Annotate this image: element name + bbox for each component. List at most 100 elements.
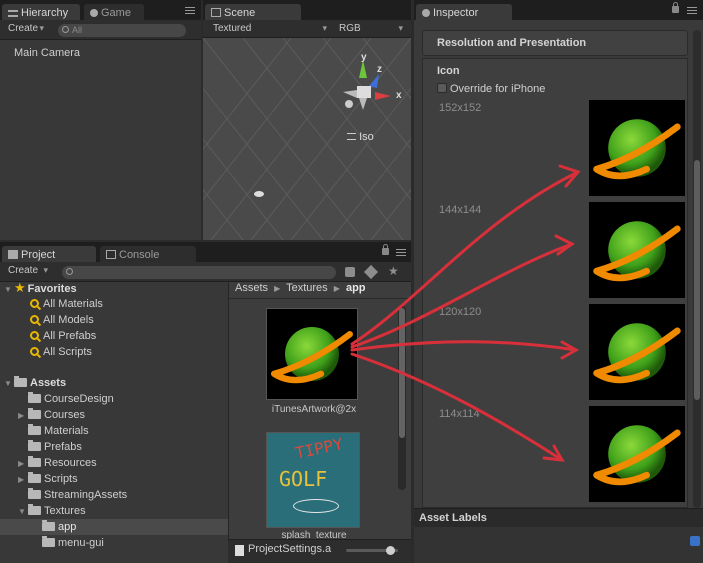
icon-size-label: 144x144: [439, 204, 482, 216]
hierarchy-search-placeholder: All: [72, 25, 83, 35]
project-status-bar: ProjectSettings.a: [228, 539, 411, 563]
folder-item[interactable]: ▶ Resources: [18, 455, 97, 471]
icon-slot-114[interactable]: [589, 406, 685, 502]
breadcrumb: Assets ▶ Textures ▶ app: [235, 280, 366, 296]
expand-arrow-icon[interactable]: ▼: [4, 282, 14, 298]
scene-toolbar: Textured RGB: [203, 20, 411, 38]
folder-item-app[interactable]: app: [42, 519, 76, 535]
folder-item[interactable]: StreamingAssets: [18, 487, 127, 503]
folder-item-menu-gui[interactable]: menu-gui: [42, 535, 104, 551]
assets-header[interactable]: ▼ Assets: [4, 375, 66, 391]
search-icon: [62, 26, 69, 33]
icon-size-label: 152x152: [439, 102, 482, 114]
tab-scene-label: Scene: [224, 7, 256, 19]
asset-thumbnail-itunes[interactable]: [266, 308, 360, 400]
gizmo-label-x: x: [396, 90, 402, 101]
asset-labels-header[interactable]: Asset Labels: [414, 509, 703, 527]
scene-color-dropdown[interactable]: RGB: [335, 23, 405, 37]
tab-inspector[interactable]: Inspector: [416, 4, 512, 21]
list-icon: [8, 10, 18, 17]
inspector-tabbar: Inspector: [414, 0, 703, 21]
hierarchy-item-main-camera[interactable]: Main Camera: [14, 45, 80, 61]
folder-item[interactable]: CourseDesign: [18, 391, 114, 407]
favorite-item[interactable]: All Models: [30, 312, 94, 328]
expand-arrow-icon[interactable]: ▶: [18, 472, 28, 488]
project-tree: ▼ ★ Favorites All Materials All Models All…: [0, 280, 228, 563]
folder-icon: [42, 536, 55, 547]
folder-label: StreamingAssets: [44, 489, 128, 501]
hierarchy-create-dropdown[interactable]: Create: [4, 23, 46, 37]
planet-svg: [593, 323, 681, 384]
folder-item[interactable]: ▼ Textures: [18, 503, 86, 519]
favorite-item[interactable]: All Prefabs: [30, 328, 96, 344]
hierarchy-panel: Hierarchy Game Create All Main Camera: [0, 0, 201, 240]
folder-label: menu-gui: [58, 537, 104, 549]
favorite-item-label: All Prefabs: [43, 330, 97, 342]
override-checkbox[interactable]: [437, 83, 447, 93]
project-panel: Project Console Create ★ ▼★Favorites All…: [0, 242, 411, 563]
favorite-item-label: All Scripts: [43, 346, 92, 358]
project-search-input[interactable]: [62, 266, 336, 279]
breadcrumb-item[interactable]: Textures: [286, 282, 328, 294]
icon-slot-120[interactable]: [589, 304, 685, 400]
scene-shading-dropdown[interactable]: Textured: [209, 23, 329, 37]
lock-icon[interactable]: [382, 244, 389, 255]
hierarchy-toolbar: Create All: [0, 20, 201, 40]
icon-slot-144[interactable]: [589, 202, 685, 298]
tab-project[interactable]: Project: [2, 246, 96, 263]
projection-toggle[interactable]: Iso: [347, 131, 374, 143]
override-checkbox-row[interactable]: Override for iPhone: [437, 83, 545, 95]
tab-game-label: Game: [101, 7, 131, 19]
asset-grid-scrollbar[interactable]: [398, 306, 406, 490]
folder-icon: [14, 376, 27, 387]
resolution-section-header[interactable]: Resolution and Presentation: [422, 30, 688, 56]
inspector-scrollbar[interactable]: [693, 30, 701, 508]
filter-type-icon[interactable]: [345, 267, 355, 277]
expand-arrow-icon[interactable]: ▶: [18, 456, 28, 472]
tab-scene[interactable]: Scene: [205, 4, 301, 21]
override-label: Override for iPhone: [450, 83, 546, 95]
folder-icon: [28, 504, 41, 515]
breadcrumb-separator-icon: ▶: [274, 284, 281, 293]
favorite-item[interactable]: All Materials: [30, 296, 103, 312]
scrollbar-thumb[interactable]: [694, 160, 700, 400]
tab-hierarchy[interactable]: Hierarchy: [2, 4, 80, 21]
expand-arrow-icon[interactable]: ▶: [18, 408, 28, 424]
favorites-header[interactable]: ▼ ★ Favorites: [4, 280, 77, 296]
icon-slot-152[interactable]: [589, 100, 685, 196]
tab-game[interactable]: Game: [84, 4, 144, 21]
asset-thumbnail-splash[interactable]: TIPPY GOLF: [266, 432, 360, 528]
favorite-item[interactable]: All Scripts: [30, 344, 92, 360]
folder-label: Courses: [44, 409, 85, 421]
zoom-slider-thumb[interactable]: [386, 546, 395, 555]
zoom-slider[interactable]: [346, 546, 398, 555]
console-icon: [106, 250, 116, 259]
asset-labels-title: Asset Labels: [419, 512, 487, 524]
folder-item[interactable]: Prefabs: [18, 439, 82, 455]
folder-label: Textures: [44, 505, 86, 517]
project-create-dropdown[interactable]: Create: [4, 265, 50, 279]
orientation-gizmo[interactable]: [333, 52, 405, 112]
folder-label: app: [58, 521, 77, 533]
expand-arrow-icon[interactable]: ▼: [4, 376, 14, 392]
lock-icon[interactable]: [672, 2, 679, 13]
expand-arrow-icon[interactable]: ▼: [18, 504, 28, 520]
folder-item[interactable]: ▶ Scripts: [18, 471, 78, 487]
project-menu-icon[interactable]: [396, 249, 406, 256]
star-icon: ★: [14, 280, 26, 295]
breadcrumb-item[interactable]: app: [346, 282, 366, 294]
tab-console[interactable]: Console: [100, 246, 196, 263]
breadcrumb-item[interactable]: Assets: [235, 282, 268, 294]
favorite-item-label: All Materials: [43, 298, 103, 310]
scrollbar-thumb[interactable]: [399, 308, 405, 438]
inspector-menu-icon[interactable]: [687, 7, 697, 14]
icon-size-label: 120x120: [439, 306, 482, 318]
hierarchy-search-input[interactable]: All: [58, 24, 186, 37]
star-icon[interactable]: ★: [388, 264, 399, 278]
tag-icon[interactable]: [363, 264, 379, 280]
folder-item[interactable]: Materials: [18, 423, 89, 439]
label-tag-icon[interactable]: [690, 536, 700, 546]
favorite-item-label: All Models: [43, 314, 94, 326]
folder-item[interactable]: ▶ Courses: [18, 407, 85, 423]
hierarchy-menu-icon[interactable]: [185, 7, 195, 14]
